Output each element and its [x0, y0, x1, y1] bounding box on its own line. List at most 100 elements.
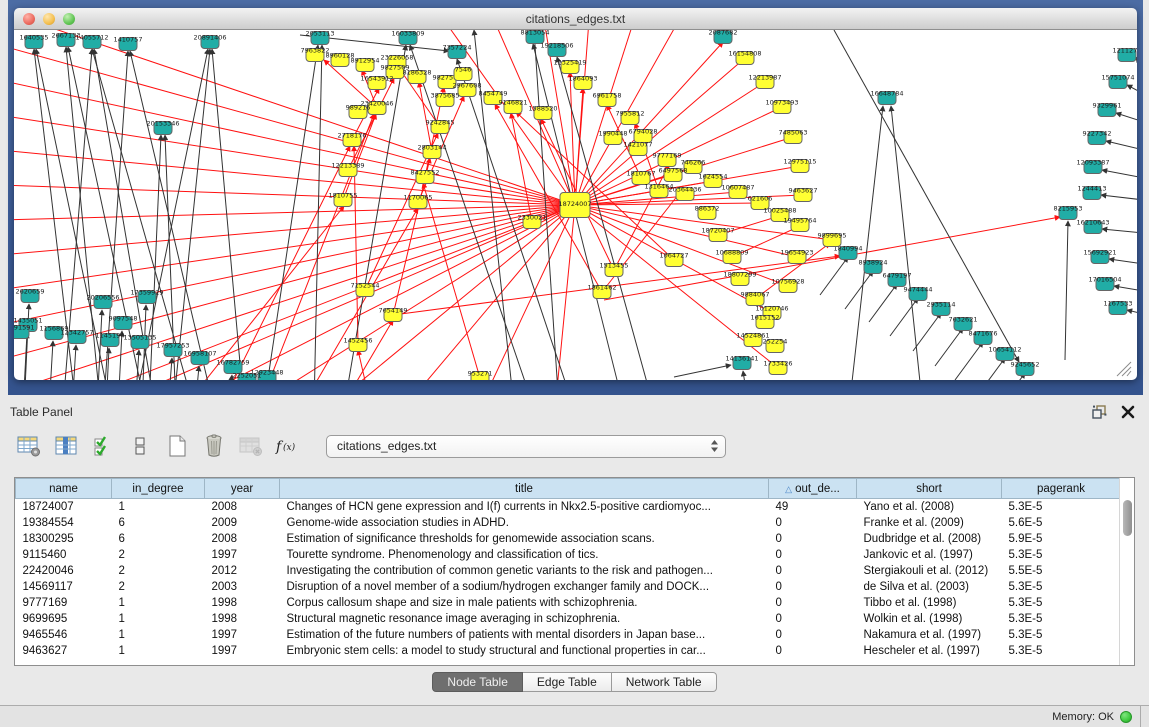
resize-grip-icon[interactable] — [1127, 371, 1131, 376]
column-header-title[interactable]: title — [280, 479, 769, 499]
graph-node[interactable]: 9227342 — [1083, 130, 1112, 145]
tab-node-table[interactable]: Node Table — [432, 672, 523, 692]
graph-node[interactable]: 16543912 — [360, 75, 393, 90]
graph-node[interactable]: 19654923 — [780, 249, 813, 264]
graph-node[interactable]: 7357224 — [443, 44, 472, 59]
column-header-year[interactable]: year — [205, 479, 280, 499]
column-header-in_degree[interactable]: in_degree — [112, 479, 205, 499]
graph-node[interactable]: 16648784 — [870, 90, 903, 105]
column-header-name[interactable]: name — [16, 479, 112, 499]
graph-node[interactable]: 1167533 — [1104, 300, 1133, 315]
graph-node[interactable]: 1513455 — [600, 262, 629, 277]
graph-node[interactable]: 18807299 — [723, 271, 756, 286]
graph-node[interactable]: 9329961 — [1093, 102, 1122, 117]
minimize-window-icon[interactable] — [43, 13, 55, 25]
graph-node[interactable]: 8427552 — [411, 169, 440, 184]
graph-node[interactable]: 16958107 — [183, 350, 216, 365]
graph-node[interactable]: 12093387 — [1076, 159, 1109, 174]
graph-node[interactable]: 1244413 — [1078, 185, 1107, 200]
graph-node[interactable]: 15692921 — [1083, 249, 1116, 264]
graph-node[interactable]: 20891406 — [193, 34, 226, 49]
graph-node[interactable]: 12342757 — [60, 329, 93, 344]
graph-node[interactable]: 9242845 — [426, 119, 455, 134]
graph-node[interactable]: 1064727 — [660, 252, 689, 267]
graph-node[interactable]: 14055712 — [75, 34, 108, 49]
graph-node[interactable]: 2252051 — [233, 372, 262, 381]
graph-node[interactable]: 1810755 — [329, 192, 358, 207]
table-row[interactable]: 946554611997Estimation of the future num… — [16, 627, 1121, 643]
delete-columns-icon[interactable] — [201, 433, 227, 459]
resize-grip-icon[interactable] — [1122, 367, 1131, 376]
table-row[interactable]: 969969511998Structural magnetic resonanc… — [16, 611, 1121, 627]
graph-node[interactable]: 16033809 — [391, 30, 424, 45]
float-window-icon[interactable] — [1091, 404, 1109, 420]
graph-node[interactable]: 1170065 — [404, 194, 433, 209]
table-row[interactable]: 1872400712008Changes of HCN gene express… — [16, 499, 1121, 515]
graph-node[interactable]: 2935114 — [927, 301, 956, 316]
graph-node[interactable]: 17016504 — [1088, 276, 1121, 291]
graph-node[interactable]: 9474444 — [904, 286, 933, 301]
graph-node[interactable]: 19495764 — [783, 217, 816, 232]
network-window-titlebar[interactable]: citations_edges.txt — [14, 8, 1137, 30]
close-panel-icon[interactable] — [1119, 404, 1137, 420]
table-selector-dropdown[interactable]: citations_edges.txt — [326, 435, 726, 458]
table-row[interactable]: 946362711997Embryonic stem cells: a mode… — [16, 643, 1121, 659]
function-builder-icon[interactable]: f(x) — [275, 433, 301, 459]
graph-node[interactable]: 16210643 — [1076, 219, 1109, 234]
graph-node[interactable]: 1452456 — [344, 337, 373, 352]
graph-node[interactable]: 8912954 — [351, 57, 380, 72]
graph-node[interactable]: 1861462 — [588, 284, 617, 299]
table-row[interactable]: 1938455462009Genome-wide association stu… — [16, 515, 1121, 531]
column-header-out_de[interactable]: △out_de... — [769, 479, 857, 499]
table-row[interactable]: 1830029562008Estimation of significance … — [16, 531, 1121, 547]
graph-node[interactable]: 10973493 — [765, 99, 798, 114]
graph-node[interactable]: 9097548 — [109, 315, 138, 330]
column-header-pagerank[interactable]: pagerank — [1002, 479, 1121, 499]
graph-node[interactable]: 7485063 — [779, 129, 808, 144]
graph-node[interactable]: 2053113 — [306, 30, 335, 45]
graph-node[interactable]: 6961758 — [593, 92, 622, 107]
graph-node[interactable]: 1211276 — [1113, 47, 1137, 62]
graph-node[interactable]: 14136141 — [725, 355, 758, 370]
table-row[interactable]: 2242004622012Investigating the contribut… — [16, 563, 1121, 579]
graph-node[interactable]: 1640535 — [20, 34, 49, 49]
graph-node[interactable]: 9245652 — [1011, 361, 1040, 376]
graph-node[interactable]: 7955812 — [616, 110, 645, 125]
close-window-icon[interactable] — [23, 13, 35, 25]
graph-node[interactable]: 6479197 — [883, 272, 912, 287]
table-mode-icon[interactable] — [16, 433, 42, 459]
graph-node[interactable]: 1588520 — [529, 105, 558, 120]
graph-node[interactable]: 9146821 — [499, 99, 528, 114]
graph-node[interactable]: 7632621 — [949, 316, 978, 331]
tab-network-table[interactable]: Network Table — [612, 672, 717, 692]
graph-node[interactable]: 12213987 — [748, 74, 781, 89]
graph-node[interactable]: 8471676 — [969, 330, 998, 345]
graph-node[interactable]: 18720407 — [701, 227, 734, 242]
graph-node[interactable]: 7654149 — [379, 307, 408, 322]
tab-edge-table[interactable]: Edge Table — [523, 672, 612, 692]
graph-node[interactable]: 1615152 — [751, 314, 780, 329]
graph-node[interactable]: 10756928 — [771, 278, 804, 293]
graph-node[interactable]: 19218506 — [540, 42, 573, 57]
citation-network-graph[interactable]: 1640535266713314055712141075720891406205… — [14, 30, 1137, 380]
graph-node[interactable]: 1733426 — [764, 360, 793, 375]
graph-node[interactable]: 252254 — [763, 338, 788, 353]
zoom-window-icon[interactable] — [63, 13, 75, 25]
graph-node[interactable]: 2803144 — [418, 144, 447, 159]
graph-node[interactable]: 16154808 — [728, 50, 761, 65]
graph-node[interactable]: 1391591 — [14, 324, 34, 339]
graph-node[interactable]: 6497568 — [659, 167, 688, 182]
graph-node[interactable]: 17359929 — [130, 289, 163, 304]
graph-node[interactable]: 12325419 — [553, 59, 586, 74]
scrollbar-thumb[interactable] — [1123, 500, 1132, 536]
graph-node[interactable]: 9884067 — [741, 291, 770, 306]
graph-node[interactable]: 1316464 — [645, 183, 674, 198]
vertical-scrollbar[interactable] — [1119, 478, 1134, 665]
row-height-icon[interactable] — [127, 433, 153, 459]
graph-node[interactable]: 2620659 — [16, 288, 45, 303]
delete-table-icon[interactable] — [238, 433, 264, 459]
graph-node[interactable]: 7546 — [454, 66, 472, 81]
graph-node[interactable]: 1410757 — [114, 36, 143, 51]
create-column-icon[interactable] — [164, 433, 190, 459]
graph-node[interactable]: 989216 — [346, 104, 371, 119]
